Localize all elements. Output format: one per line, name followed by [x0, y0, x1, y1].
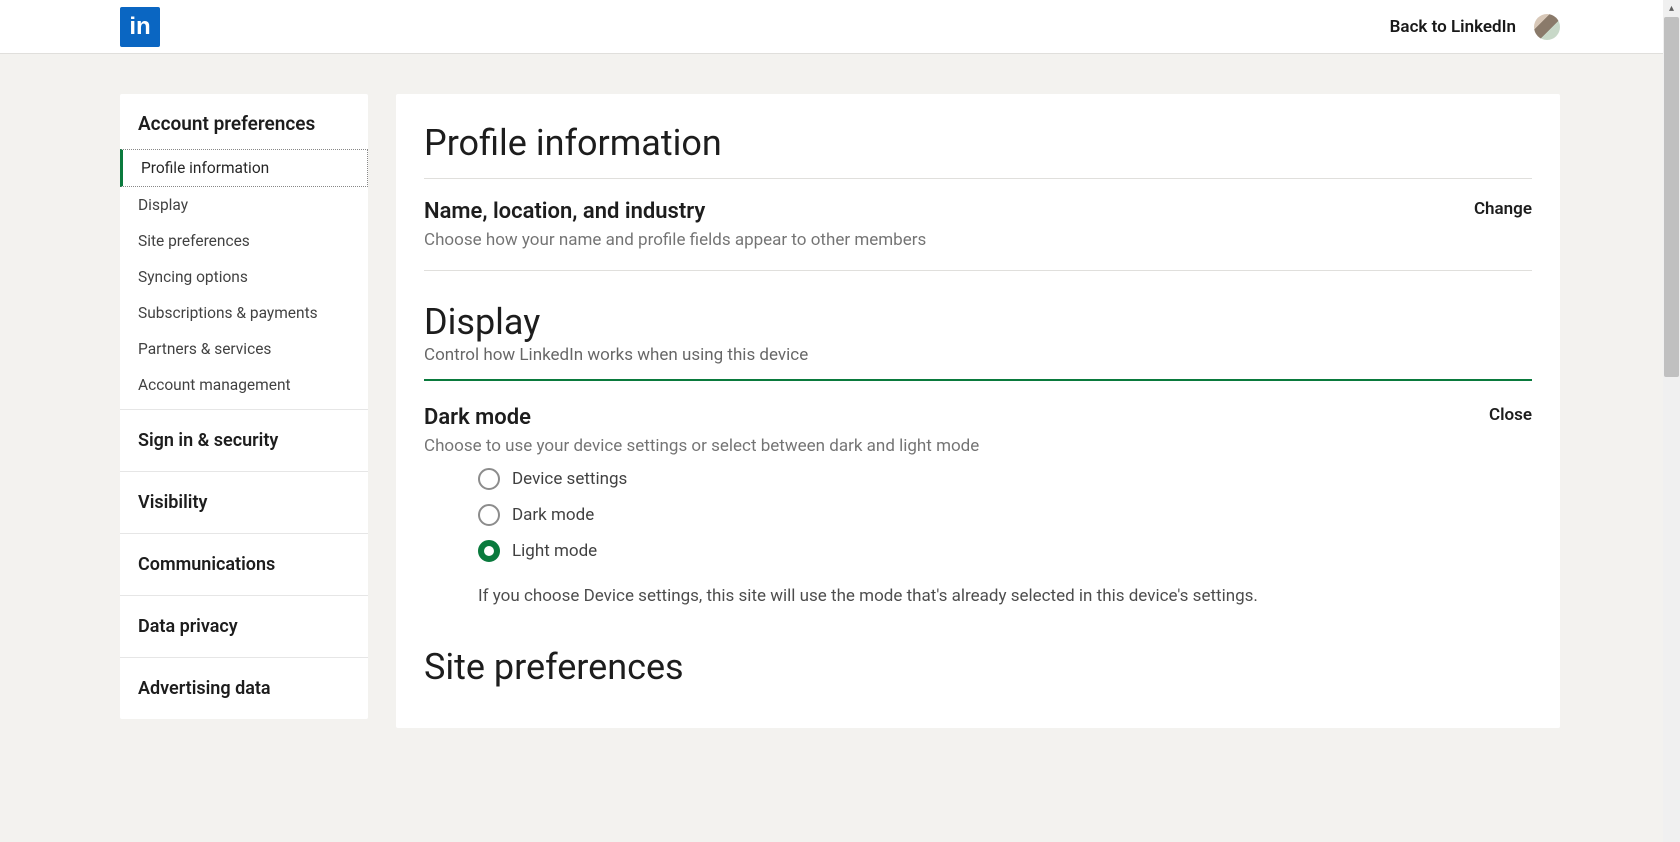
header: in Back to LinkedIn: [0, 0, 1680, 54]
radio-dark-mode[interactable]: Dark mode: [478, 504, 1532, 526]
section-subtitle-display: Control how LinkedIn works when using th…: [424, 345, 1532, 365]
scroll-up-arrow-icon[interactable]: ▴: [1663, 0, 1680, 17]
radio-icon-selected: [478, 540, 500, 562]
setting-desc: Choose how your name and profile fields …: [424, 230, 926, 250]
radio-icon: [478, 504, 500, 526]
sidebar-item-account-management[interactable]: Account management: [120, 367, 368, 403]
sidebar-section-account-preferences[interactable]: Account preferences: [120, 94, 368, 149]
sidebar-section-communications[interactable]: Communications: [120, 534, 368, 596]
sidebar-subitems: Profile information Display Site prefere…: [120, 149, 368, 410]
section-title-profile-information: Profile information: [424, 122, 1532, 164]
sidebar-item-site-preferences[interactable]: Site preferences: [120, 223, 368, 259]
linkedin-logo[interactable]: in: [120, 7, 160, 47]
radio-label: Device settings: [512, 469, 627, 489]
setting-row-dark-mode: Dark mode Choose to use your device sett…: [424, 405, 1532, 456]
sidebar-section-advertising-data[interactable]: Advertising data: [120, 658, 368, 719]
sidebar-section-data-privacy[interactable]: Data privacy: [120, 596, 368, 658]
header-right: Back to LinkedIn: [1390, 14, 1560, 40]
sidebar-section-sign-in-security[interactable]: Sign in & security: [120, 410, 368, 472]
dark-mode-note: If you choose Device settings, this site…: [478, 586, 1532, 606]
setting-text: Name, location, and industry Choose how …: [424, 199, 926, 250]
settings-sidebar: Account preferences Profile information …: [120, 94, 368, 719]
section-title-display: Display: [424, 301, 1532, 343]
close-link[interactable]: Close: [1489, 405, 1532, 425]
scrollbar-thumb[interactable]: [1664, 17, 1679, 377]
main-layout: Account preferences Profile information …: [0, 54, 1680, 728]
divider-active: [424, 379, 1532, 381]
setting-title: Name, location, and industry: [424, 199, 926, 224]
sidebar-item-partners-services[interactable]: Partners & services: [120, 331, 368, 367]
setting-text: Dark mode Choose to use your device sett…: [424, 405, 979, 456]
setting-title-dark-mode: Dark mode: [424, 405, 979, 430]
avatar[interactable]: [1534, 14, 1560, 40]
change-link[interactable]: Change: [1474, 199, 1532, 219]
section-title-site-preferences: Site preferences: [424, 646, 1532, 688]
sidebar-item-subscriptions-payments[interactable]: Subscriptions & payments: [120, 295, 368, 331]
sidebar-item-syncing-options[interactable]: Syncing options: [120, 259, 368, 295]
radio-label: Dark mode: [512, 505, 594, 525]
setting-desc-dark-mode: Choose to use your device settings or se…: [424, 436, 979, 456]
settings-content: Profile information Name, location, and …: [396, 94, 1560, 728]
sidebar-section-visibility[interactable]: Visibility: [120, 472, 368, 534]
divider: [424, 178, 1532, 179]
sidebar-item-display[interactable]: Display: [120, 187, 368, 223]
scrollbar[interactable]: ▴: [1663, 0, 1680, 842]
back-to-linkedin-link[interactable]: Back to LinkedIn: [1390, 17, 1516, 37]
setting-row-name-location-industry: Name, location, and industry Choose how …: [424, 199, 1532, 271]
radio-light-mode[interactable]: Light mode: [478, 540, 1532, 562]
radio-icon: [478, 468, 500, 490]
radio-label: Light mode: [512, 541, 597, 561]
sidebar-item-profile-information[interactable]: Profile information: [120, 149, 368, 187]
dark-mode-radio-group: Device settings Dark mode Light mode: [478, 468, 1532, 562]
radio-device-settings[interactable]: Device settings: [478, 468, 1532, 490]
